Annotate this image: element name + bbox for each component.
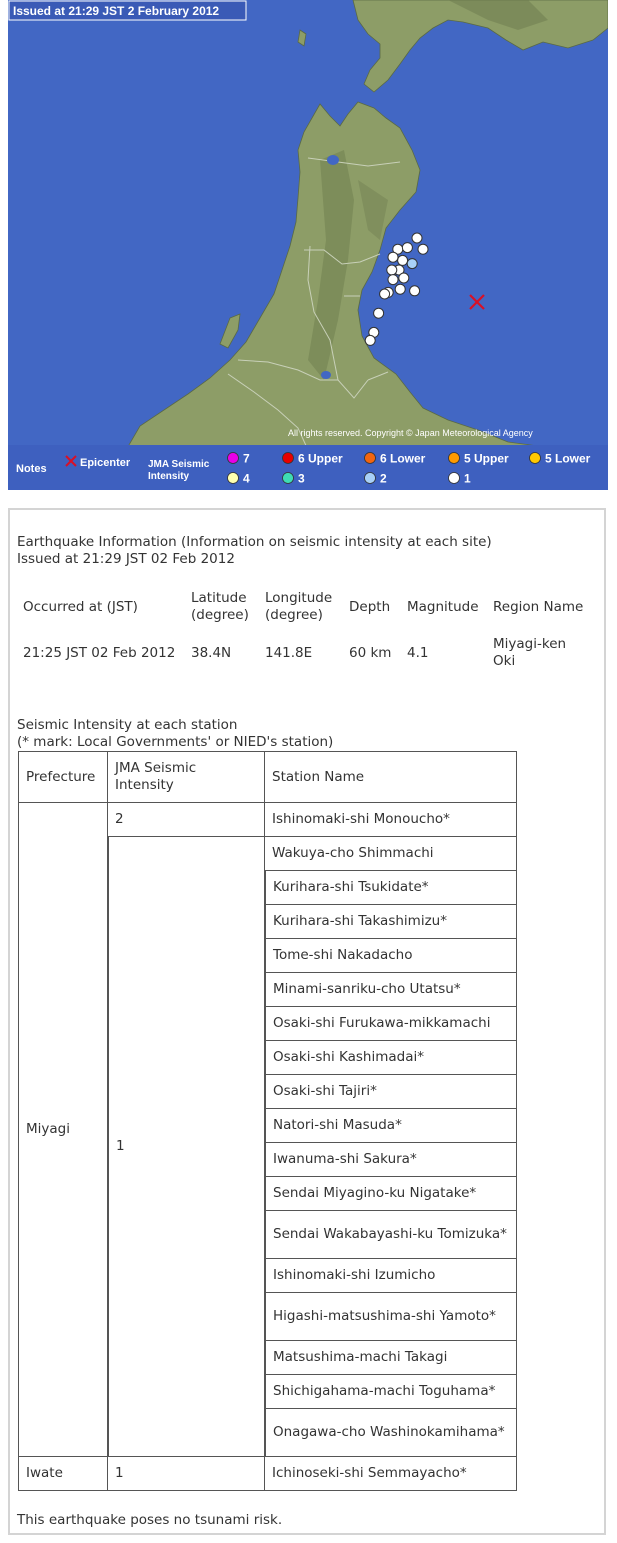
- station-header-row: Prefecture JMA Seismic Intensity Station N…: [18, 751, 517, 803]
- header-station: Station Name: [265, 751, 517, 803]
- header-longitude: Longitude (degree): [265, 590, 333, 623]
- station-name-cell: Ishinomaki-shi Izumicho: [265, 1259, 517, 1293]
- station-name-cell: Shichigahama-machi Toguhama*: [265, 1375, 517, 1409]
- station-marker: [387, 251, 399, 263]
- station-marker: [411, 232, 423, 244]
- value-occurred: 21:25 JST 02 Feb 2012: [23, 644, 176, 661]
- info-title: Earthquake Information (Information on s…: [17, 534, 492, 550]
- station-name-cell: Onagawa-cho Washinokamihama*: [265, 1409, 517, 1457]
- value-latitude: 38.4N: [191, 644, 232, 661]
- station-name-cell: Natori-shi Masuda*: [265, 1109, 517, 1143]
- value-depth: 60 km: [349, 644, 392, 661]
- intensity-cell: 2: [108, 803, 265, 837]
- station-marker: [401, 242, 413, 254]
- station-marker: [409, 285, 421, 297]
- table-row: Iwate 1 Ichinoseki-shi Semmayacho*: [18, 1457, 517, 1491]
- station-marker: [387, 274, 399, 286]
- station-marker: [398, 272, 410, 284]
- legend-swatch: [227, 452, 239, 464]
- issued-banner: Issued at 21:29 JST 2 February 2012: [13, 4, 219, 18]
- legend-swatch: [529, 452, 541, 464]
- legend-label: 4: [243, 472, 250, 486]
- station-marker: [364, 334, 376, 346]
- legend-label: 7: [243, 452, 250, 466]
- summary-header-row: Occurred at (JST) Latitude (degree) Long…: [16, 590, 594, 636]
- legend-label: 6 Upper: [298, 452, 343, 466]
- station-name-cell: Minami-sanriku-cho Utatsu*: [265, 973, 517, 1007]
- station-name-cell: Wakuya-cho Shimmachi: [265, 837, 517, 871]
- station-marker: [394, 283, 406, 295]
- legend-label: 5 Lower: [545, 452, 591, 466]
- legend-epicenter: Epicenter: [80, 457, 131, 469]
- station-marker: [417, 243, 429, 255]
- station-name-cell: Kurihara-shi Tsukidate*: [265, 871, 517, 905]
- info-issued: Issued at 21:29 JST 02 Feb 2012: [17, 551, 235, 567]
- station-name-cell: Sendai Wakabayashi-ku Tomizuka*: [265, 1211, 517, 1259]
- legend-label: 3: [298, 472, 305, 486]
- station-name-cell: Matsushima-machi Takagi: [265, 1341, 517, 1375]
- station-marker: [379, 288, 391, 300]
- header-prefecture: Prefecture: [18, 751, 108, 803]
- station-name-cell: Tome-shi Nakadacho: [265, 939, 517, 973]
- station-name-cell: Osaki-shi Tajiri*: [265, 1075, 517, 1109]
- station-intensity-table: Prefecture JMA Seismic Intensity Station N…: [18, 751, 517, 1491]
- station-name-cell: Kurihara-shi Takashimizu*: [265, 905, 517, 939]
- station-marker: [373, 307, 385, 319]
- prefecture-cell: Iwate: [18, 1457, 108, 1491]
- header-magnitude: Magnitude: [407, 598, 479, 615]
- station-name-cell: Iwanuma-shi Sakura*: [265, 1143, 517, 1177]
- value-magnitude: 4.1: [407, 644, 429, 661]
- header-intensity: JMA Seismic Intensity: [108, 751, 265, 803]
- lake: [321, 371, 331, 379]
- legend-swatch: [448, 472, 460, 484]
- station-marker: [386, 264, 398, 276]
- map-canvas: Issued at 21:29 JST 2 February 2012 All …: [8, 0, 609, 491]
- legend-swatch: [282, 452, 294, 464]
- legend-label: 5 Upper: [464, 452, 509, 466]
- station-name-cell: Ishinomaki-shi Monoucho*: [265, 803, 517, 837]
- header-latitude: Latitude (degree): [191, 590, 249, 623]
- prefecture-cell: Miyagi: [18, 803, 108, 1457]
- station-name-cell: Higashi-matsushima-shi Yamoto*: [265, 1293, 517, 1341]
- station-name-cell: Osaki-shi Furukawa-mikkamachi: [265, 1007, 517, 1041]
- legend-label: 1: [464, 472, 471, 486]
- table-row: Miyagi 2 Ishinomaki-shi Monoucho*: [18, 803, 517, 1457]
- earthquake-summary-table: Occurred at (JST) Latitude (degree) Long…: [16, 590, 594, 670]
- legend-swatch: [364, 472, 376, 484]
- station-caption-line2: (* mark: Local Governments' or NIED's st…: [17, 734, 334, 750]
- copyright-text: All rights reserved. Copyright © Japan M…: [288, 428, 533, 438]
- legend-label: 2: [380, 472, 387, 486]
- station-name-cell: Ichinoseki-shi Semmayacho*: [265, 1457, 517, 1491]
- legend-swatch: [364, 452, 376, 464]
- station-name-cell: Sendai Miyagino-ku Nigatake*: [265, 1177, 517, 1211]
- legend-notes: Notes: [16, 463, 47, 475]
- legend-swatch: [282, 472, 294, 484]
- station-marker: [397, 254, 409, 266]
- seismic-intensity-map: Issued at 21:29 JST 2 February 2012 All …: [8, 0, 609, 491]
- legend-label: 6 Lower: [380, 452, 426, 466]
- tsunami-note: This earthquake poses no tsunami risk.: [17, 1512, 283, 1528]
- station-marker: [406, 258, 418, 270]
- legend-swatch: [227, 472, 239, 484]
- legend-swatch: [448, 452, 460, 464]
- summary-value-row: 21:25 JST 02 Feb 2012 38.4N 141.8E 60 km…: [16, 636, 594, 670]
- intensity-cell: 1: [108, 1457, 265, 1491]
- header-depth: Depth: [349, 598, 391, 615]
- header-region: Region Name: [493, 598, 584, 615]
- lake: [327, 155, 339, 165]
- value-longitude: 141.8E: [265, 644, 313, 661]
- value-region: Miyagi-ken Oki: [493, 636, 567, 669]
- station-caption-line1: Seismic Intensity at each station: [17, 717, 238, 733]
- header-occurred: Occurred at (JST): [23, 598, 138, 615]
- station-name-cell: Osaki-shi Kashimadai*: [265, 1041, 517, 1075]
- intensity-cell: 1: [108, 837, 265, 1457]
